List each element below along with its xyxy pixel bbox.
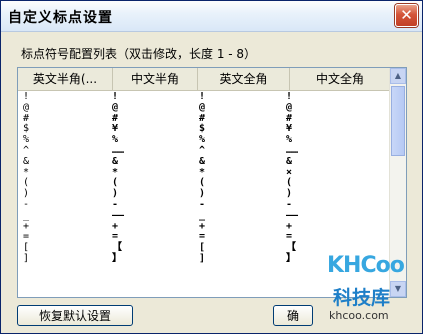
close-button[interactable]: ✕: [395, 4, 418, 27]
cell-english-half[interactable]: -: [23, 199, 29, 210]
table-row[interactable]: ^ …… ^ ……: [18, 145, 390, 156]
cell-english-full[interactable]: $: [199, 123, 205, 134]
cell-chinese-full[interactable]: (: [286, 177, 292, 188]
cell-chinese-half[interactable]: !: [112, 91, 118, 102]
cell-chinese-half[interactable]: @: [112, 102, 118, 113]
window-title: 自定义标点设置: [8, 10, 113, 26]
scroll-up-button[interactable]: ▲: [390, 68, 406, 84]
list-rows: ! ! ! ! @ @ @ @ # # # # $ ¥ $ ¥ % % % % …: [18, 91, 390, 264]
table-row[interactable]: $ ¥ $ ¥: [18, 123, 390, 134]
scrollbar-thumb[interactable]: [391, 86, 405, 156]
cell-english-full[interactable]: ): [199, 188, 205, 199]
cell-english-full[interactable]: #: [199, 113, 205, 124]
cell-english-full[interactable]: %: [199, 134, 205, 145]
cell-english-full[interactable]: !: [199, 91, 205, 102]
cell-english-full[interactable]: [: [199, 242, 205, 253]
table-row[interactable]: & & & &: [18, 156, 390, 167]
cell-english-half[interactable]: @: [23, 102, 29, 113]
cell-english-half[interactable]: !: [23, 91, 29, 102]
cell-chinese-half[interactable]: ): [112, 188, 118, 199]
cell-english-full[interactable]: (: [199, 177, 205, 188]
table-row[interactable]: ) ) ) ): [18, 188, 390, 199]
cell-english-half[interactable]: _: [23, 210, 29, 221]
watermark: KHCoo 科技库 khcoo.com: [307, 247, 419, 331]
cell-chinese-full[interactable]: %: [286, 134, 292, 145]
cell-chinese-half[interactable]: #: [112, 113, 118, 124]
table-row[interactable]: + + + +: [18, 221, 390, 232]
list-header: 英文半角(... 中文半角 英文全角 中文全角: [18, 68, 390, 91]
cell-english-half[interactable]: $: [23, 123, 29, 134]
cell-english-full[interactable]: &: [199, 156, 205, 167]
watermark-name: 科技库: [333, 287, 391, 309]
table-row[interactable]: @ @ @ @: [18, 102, 390, 113]
cell-chinese-full[interactable]: =: [286, 231, 292, 242]
cell-english-full[interactable]: ]: [199, 253, 205, 264]
cell-chinese-half[interactable]: (: [112, 177, 118, 188]
column-header-chinese-half[interactable]: 中文半角: [113, 68, 198, 90]
cell-english-full[interactable]: +: [199, 221, 205, 232]
table-row[interactable]: ( ( ( (: [18, 177, 390, 188]
table-row[interactable]: * * * ×: [18, 167, 390, 178]
cell-chinese-half[interactable]: ——: [112, 210, 124, 221]
cell-chinese-full[interactable]: #: [286, 113, 292, 124]
cell-chinese-full[interactable]: &: [286, 156, 292, 167]
cell-english-half[interactable]: *: [23, 167, 29, 178]
cell-english-full[interactable]: *: [199, 167, 205, 178]
cell-chinese-full[interactable]: @: [286, 102, 292, 113]
cell-english-full[interactable]: _: [199, 210, 205, 221]
table-row[interactable]: _ —— _ ——: [18, 210, 390, 221]
cell-chinese-half[interactable]: ……: [112, 145, 124, 156]
close-icon: ✕: [400, 6, 413, 24]
cell-chinese-half[interactable]: *: [112, 167, 118, 178]
cell-chinese-full[interactable]: ……: [286, 145, 298, 156]
cell-english-half[interactable]: +: [23, 221, 29, 232]
table-row[interactable]: ! ! ! !: [18, 91, 390, 102]
cell-chinese-full[interactable]: ×: [286, 167, 292, 178]
cell-chinese-full[interactable]: 】: [286, 253, 296, 264]
column-header-english-half[interactable]: 英文半角(...: [18, 68, 113, 90]
cell-chinese-full[interactable]: +: [286, 221, 292, 232]
arrow-up-icon: ▲: [394, 71, 402, 80]
cell-chinese-full[interactable]: -: [286, 199, 292, 210]
cell-english-half[interactable]: [: [23, 242, 29, 253]
title-bar: 自定义标点设置 ✕: [1, 1, 422, 32]
cell-chinese-half[interactable]: &: [112, 156, 118, 167]
cell-english-half[interactable]: (: [23, 177, 29, 188]
watermark-url: khcoo.com: [329, 309, 389, 322]
table-row[interactable]: # # # #: [18, 113, 390, 124]
cell-english-full[interactable]: ^: [199, 145, 205, 156]
table-row[interactable]: % % % %: [18, 134, 390, 145]
table-row[interactable]: = = = =: [18, 231, 390, 242]
restore-defaults-button[interactable]: 恢复默认设置: [17, 305, 133, 326]
cell-chinese-half[interactable]: =: [112, 231, 118, 242]
list-caption: 标点符号配置列表（双击修改，长度 1 - 8）: [21, 47, 257, 61]
cell-chinese-full[interactable]: ¥: [286, 123, 292, 134]
cell-english-half[interactable]: %: [23, 134, 29, 145]
cell-chinese-half[interactable]: 】: [112, 253, 122, 264]
cell-chinese-full[interactable]: ): [286, 188, 292, 199]
watermark-logo: KHCoo: [327, 253, 405, 278]
cell-chinese-full[interactable]: !: [286, 91, 292, 102]
cell-chinese-full[interactable]: 【: [286, 242, 296, 253]
dialog-window: 自定义标点设置 ✕ 标点符号配置列表（双击修改，长度 1 - 8） 英文半角(.…: [0, 0, 423, 334]
table-row[interactable]: - - - -: [18, 199, 390, 210]
cell-english-half[interactable]: #: [23, 113, 29, 124]
cell-chinese-half[interactable]: -: [112, 199, 118, 210]
cell-chinese-half[interactable]: ¥: [112, 123, 118, 134]
cell-english-half[interactable]: ): [23, 188, 29, 199]
cell-english-half[interactable]: &: [23, 156, 29, 167]
cell-chinese-half[interactable]: %: [112, 134, 118, 145]
column-header-chinese-full[interactable]: 中文全角: [290, 68, 390, 90]
cell-english-half[interactable]: ^: [23, 145, 29, 156]
cell-english-half[interactable]: ]: [23, 253, 29, 264]
column-header-english-full[interactable]: 英文全角: [198, 68, 290, 90]
cell-english-full[interactable]: @: [199, 102, 205, 113]
cell-english-full[interactable]: -: [199, 199, 205, 210]
cell-english-full[interactable]: =: [199, 231, 205, 242]
cell-chinese-half[interactable]: 【: [112, 242, 122, 253]
cell-chinese-half[interactable]: +: [112, 221, 118, 232]
cell-chinese-full[interactable]: ——: [286, 210, 298, 221]
cell-english-half[interactable]: =: [23, 231, 29, 242]
